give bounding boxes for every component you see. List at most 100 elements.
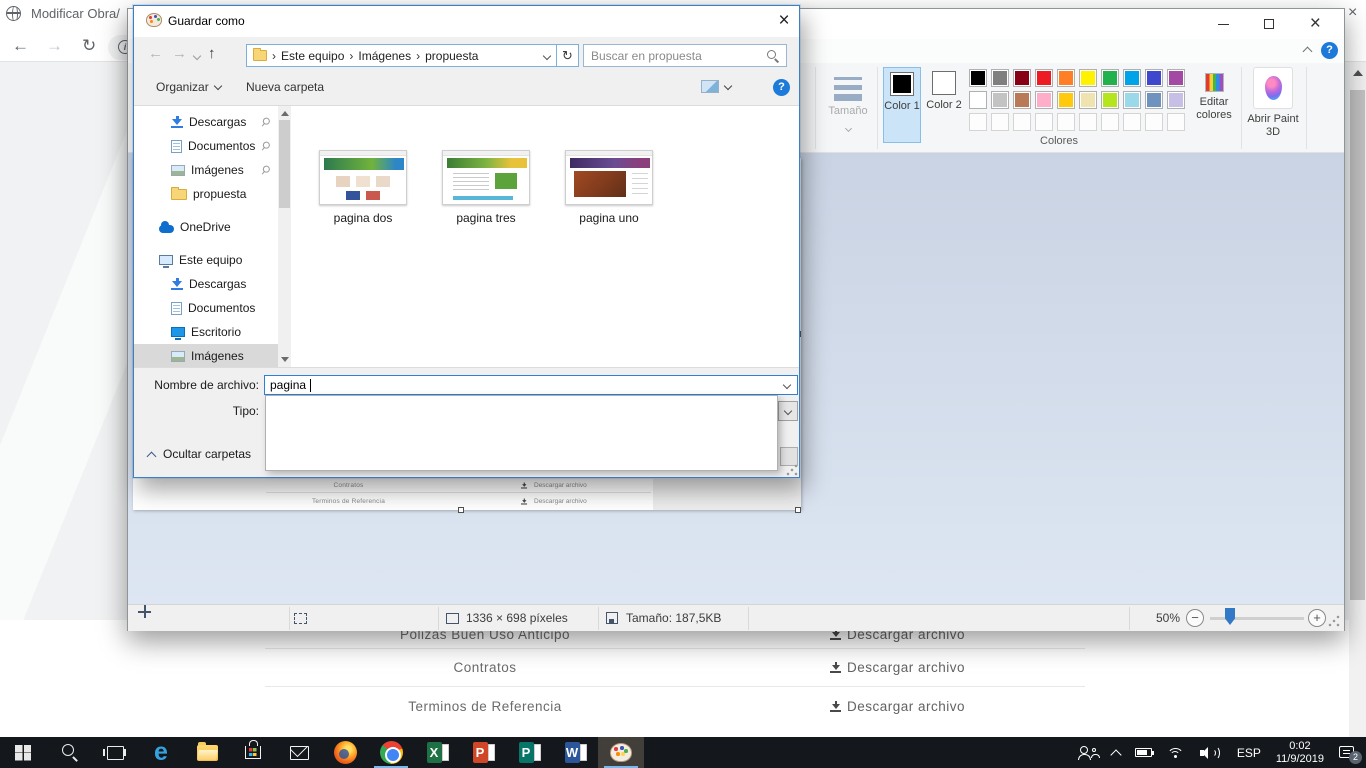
palette-empty-slot[interactable] [1079, 113, 1097, 131]
taskbar-icon-chrome[interactable] [368, 737, 414, 768]
taskbar-icon-word[interactable]: W [552, 737, 598, 768]
palette-empty-slot[interactable] [1035, 113, 1053, 131]
taskbar-icon-store[interactable] [230, 737, 276, 768]
up-folder-icon[interactable] [208, 45, 216, 62]
refresh-button[interactable] [557, 44, 579, 67]
taskbar-icon-search[interactable] [46, 737, 92, 768]
taskbar-icon-powerpoint[interactable]: P [460, 737, 506, 768]
palette-color[interactable] [1013, 91, 1031, 109]
sidebar-item-descargas[interactable]: Descargas [134, 272, 278, 296]
palette-color[interactable] [1079, 69, 1097, 87]
zoom-slider-track[interactable] [1210, 617, 1304, 620]
paint-help-icon[interactable]: ? [1321, 42, 1338, 59]
zoom-in-button[interactable]: + [1308, 609, 1326, 627]
taskbar-icon-excel[interactable]: X [414, 737, 460, 768]
edit-colors-button[interactable]: Editar colores [1189, 67, 1239, 122]
breadcrumb-item[interactable]: propuesta [425, 49, 478, 63]
palette-empty-slot[interactable] [1101, 113, 1119, 131]
taskbar-icon-mail[interactable] [276, 737, 322, 768]
palette-empty-slot[interactable] [1057, 113, 1075, 131]
navigation-scrollbar[interactable] [278, 106, 291, 367]
maximize-button[interactable] [1246, 9, 1291, 39]
close-button[interactable] [1291, 9, 1339, 39]
scroll-up-icon[interactable] [281, 111, 289, 116]
dialog-close-button[interactable] [771, 9, 797, 33]
palette-color[interactable] [1123, 69, 1141, 87]
palette-color[interactable] [1035, 69, 1053, 87]
scroll-up-icon[interactable] [1353, 70, 1363, 76]
file-item[interactable]: pagina tres [436, 150, 536, 225]
sidebar-item-este-equipo[interactable]: Este equipo [134, 248, 278, 272]
breadcrumb-item[interactable]: Este equipo [281, 49, 344, 63]
taskbar-icon-file-explorer[interactable] [184, 737, 230, 768]
show-hidden-icons-icon[interactable] [1110, 749, 1121, 760]
browser-forward-icon[interactable] [46, 36, 63, 56]
recent-locations-icon[interactable] [193, 52, 201, 60]
palette-color[interactable] [991, 69, 1009, 87]
chrome-tab[interactable]: Modificar Obra/ [6, 6, 120, 21]
sidebar-item-escritorio[interactable]: Escritorio [134, 320, 278, 344]
canvas-resize-handle[interactable] [458, 507, 464, 513]
file-item[interactable]: pagina dos [313, 150, 413, 225]
filename-autocomplete-dropdown[interactable] [265, 395, 778, 471]
volume-icon[interactable] [1200, 746, 1222, 760]
hide-folders-button[interactable]: Ocultar carpetas [148, 447, 251, 461]
chevron-down-icon[interactable] [543, 51, 551, 59]
language-indicator[interactable]: ESP [1237, 746, 1261, 760]
organize-button[interactable]: Organizar [156, 80, 221, 94]
sidebar-item-descargas[interactable]: Descargas [134, 110, 278, 134]
color2-button[interactable]: Color 2 [925, 67, 963, 143]
filename-input[interactable]: pagina [264, 375, 798, 395]
sidebar-item-propuesta[interactable]: propuesta [134, 182, 278, 206]
palette-empty-slot[interactable] [1123, 113, 1141, 131]
palette-color[interactable] [1145, 91, 1163, 109]
taskbar-icon-start[interactable] [0, 737, 46, 768]
file-item[interactable]: pagina uno [559, 150, 659, 225]
palette-color[interactable] [1167, 91, 1185, 109]
taskbar-icon-publisher[interactable]: P [506, 737, 552, 768]
palette-color[interactable] [1035, 91, 1053, 109]
sidebar-item-im-genes[interactable]: Imágenes [134, 344, 278, 367]
palette-color[interactable] [991, 91, 1009, 109]
breadcrumb-item[interactable]: Imágenes [358, 49, 411, 63]
palette-color[interactable] [1123, 91, 1141, 109]
sidebar-item-onedrive[interactable]: OneDrive [134, 215, 278, 239]
notification-center-icon[interactable]: 2 [1339, 746, 1356, 760]
file-type-dropdown[interactable] [778, 401, 798, 421]
clock[interactable]: 0:02 11/9/2019 [1276, 740, 1324, 766]
download-link[interactable]: Descargar archivo [830, 660, 965, 675]
taskbar-icon-paint[interactable] [598, 737, 644, 768]
palette-color[interactable] [1057, 69, 1075, 87]
palette-color[interactable] [1145, 69, 1163, 87]
palette-color[interactable] [1101, 69, 1119, 87]
forward-icon[interactable] [172, 45, 187, 62]
scrollbar-thumb[interactable] [1350, 90, 1365, 600]
sidebar-item-im-genes[interactable]: Imágenes [134, 158, 278, 182]
size-button[interactable]: Tamaño [823, 67, 873, 149]
scrollbar-thumb[interactable] [279, 120, 290, 208]
chevron-down-icon[interactable] [783, 381, 791, 389]
palette-color[interactable] [969, 91, 987, 109]
palette-color[interactable] [1101, 91, 1119, 109]
minimize-button[interactable] [1201, 9, 1246, 39]
open-paint3d-button[interactable]: Abrir Paint 3D [1245, 63, 1301, 139]
palette-empty-slot[interactable] [1145, 113, 1163, 131]
browser-close-icon[interactable] [1348, 4, 1357, 22]
change-view-button[interactable] [701, 80, 731, 93]
browser-reload-icon[interactable] [82, 36, 96, 56]
dialog-resize-grip[interactable] [786, 464, 798, 476]
taskbar-icon-firefox[interactable] [322, 737, 368, 768]
search-input[interactable]: Buscar en propuesta [583, 44, 787, 67]
taskbar-icon-task-view[interactable] [92, 737, 138, 768]
palette-color[interactable] [1167, 69, 1185, 87]
zoom-slider-handle[interactable] [1225, 608, 1235, 625]
palette-color[interactable] [1057, 91, 1075, 109]
taskbar-icon-edge[interactable] [138, 737, 184, 768]
color1-button[interactable]: Color 1 [883, 67, 921, 143]
wifi-icon[interactable] [1167, 746, 1185, 760]
palette-empty-slot[interactable] [1167, 113, 1185, 131]
new-folder-button[interactable]: Nueva carpeta [246, 80, 324, 94]
palette-empty-slot[interactable] [969, 113, 987, 131]
canvas-resize-handle[interactable] [795, 507, 801, 513]
browser-back-icon[interactable] [12, 36, 29, 56]
